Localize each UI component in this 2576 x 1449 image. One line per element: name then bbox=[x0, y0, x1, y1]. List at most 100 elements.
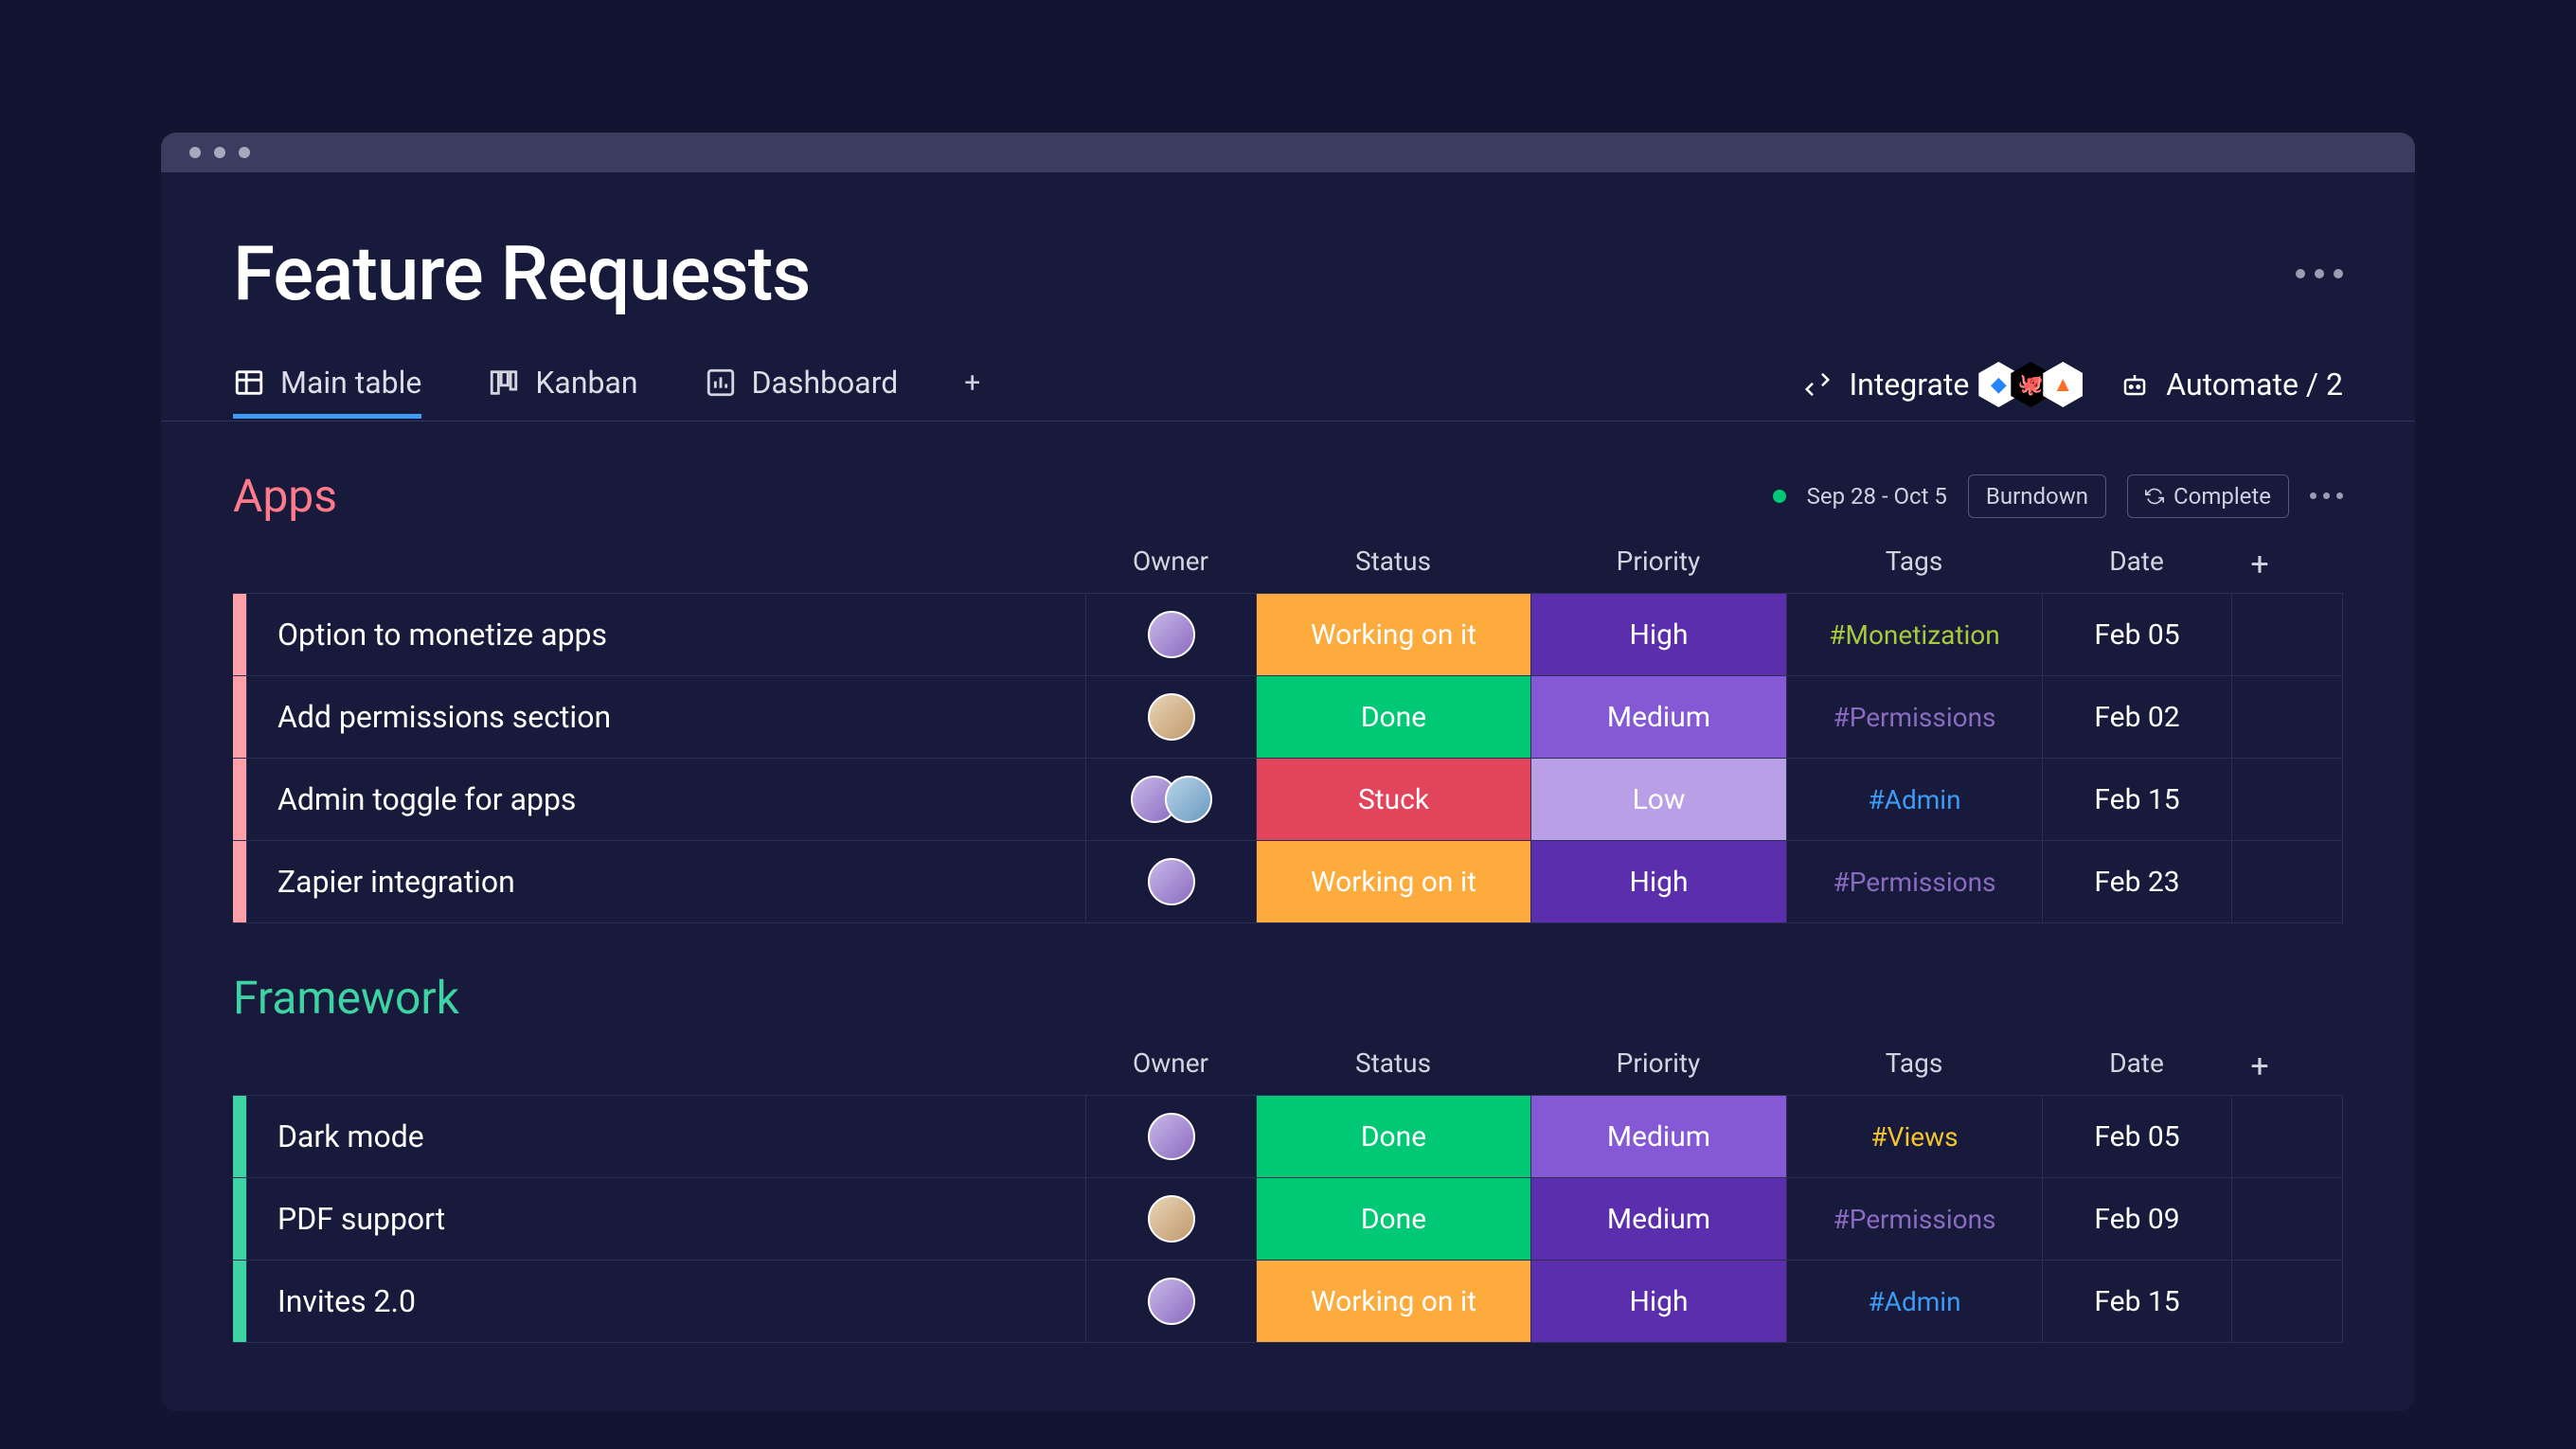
row-end-cell bbox=[2231, 759, 2288, 840]
integrate-icon bbox=[1803, 370, 1832, 399]
item-name-cell[interactable]: Dark mode bbox=[246, 1096, 1085, 1177]
add-column-button[interactable]: + bbox=[2231, 1038, 2288, 1095]
table-row[interactable]: Dark mode DoneMedium#ViewsFeb 05 bbox=[233, 1096, 2342, 1178]
automate-button[interactable]: Automate / 2 bbox=[2120, 367, 2343, 402]
date-cell[interactable]: Feb 09 bbox=[2042, 1178, 2231, 1260]
item-name-cell[interactable]: Admin toggle for apps bbox=[246, 759, 1085, 840]
add-column-button[interactable]: + bbox=[2231, 536, 2288, 593]
column-header[interactable]: Owner bbox=[1085, 536, 1256, 593]
date-cell[interactable]: Feb 05 bbox=[2042, 594, 2231, 675]
date-cell[interactable]: Feb 05 bbox=[2042, 1096, 2231, 1177]
window-control-maximize[interactable] bbox=[239, 147, 250, 158]
page-more-button[interactable] bbox=[2296, 269, 2343, 278]
group-more-button[interactable] bbox=[2310, 492, 2343, 499]
priority-cell[interactable]: High bbox=[1530, 594, 1786, 675]
column-header[interactable]: Status bbox=[1256, 536, 1530, 593]
robot-icon bbox=[2120, 370, 2149, 399]
date-cell[interactable]: Feb 15 bbox=[2042, 759, 2231, 840]
group-tools: Sep 28 - Oct 5 Burndown Complete bbox=[1773, 474, 2343, 518]
tag-cell[interactable]: #Permissions bbox=[1786, 676, 2042, 758]
row-accent bbox=[233, 676, 246, 758]
priority-cell[interactable]: High bbox=[1530, 1261, 1786, 1342]
column-header[interactable]: Date bbox=[2042, 536, 2231, 593]
add-view-button[interactable]: + bbox=[964, 367, 980, 417]
avatar[interactable] bbox=[1148, 1195, 1195, 1243]
status-cell[interactable]: Done bbox=[1256, 1178, 1530, 1260]
owner-cell[interactable] bbox=[1085, 759, 1256, 840]
table-row[interactable]: PDF support DoneMedium#PermissionsFeb 09 bbox=[233, 1178, 2342, 1261]
burndown-button[interactable]: Burndown bbox=[1968, 474, 2106, 518]
page-title: Feature Requests bbox=[233, 229, 810, 318]
column-header[interactable]: Date bbox=[2042, 1038, 2231, 1095]
column-header[interactable]: Owner bbox=[1085, 1038, 1256, 1095]
status-cell[interactable]: Stuck bbox=[1256, 759, 1530, 840]
column-header[interactable]: Status bbox=[1256, 1038, 1530, 1095]
priority-cell[interactable]: Medium bbox=[1530, 676, 1786, 758]
priority-cell[interactable]: Low bbox=[1530, 759, 1786, 840]
owner-cell[interactable] bbox=[1085, 1178, 1256, 1260]
avatar[interactable] bbox=[1148, 1278, 1195, 1325]
row-accent bbox=[233, 594, 246, 675]
table-row[interactable]: Admin toggle for apps StuckLow#AdminFeb 1… bbox=[233, 759, 2342, 841]
group-title[interactable]: Apps bbox=[233, 469, 337, 523]
row-end-cell bbox=[2231, 1178, 2288, 1260]
avatar[interactable] bbox=[1148, 693, 1195, 741]
tab-kanban[interactable]: Kanban bbox=[488, 365, 637, 418]
item-name-cell[interactable]: PDF support bbox=[246, 1178, 1085, 1260]
window-control-close[interactable] bbox=[189, 147, 201, 158]
table-icon bbox=[233, 367, 265, 399]
avatar[interactable] bbox=[1148, 858, 1195, 905]
tag-cell[interactable]: #Admin bbox=[1786, 759, 2042, 840]
avatar[interactable] bbox=[1148, 611, 1195, 658]
group-title[interactable]: Framework bbox=[233, 971, 459, 1025]
owner-cell[interactable] bbox=[1085, 841, 1256, 922]
status-cell[interactable]: Working on it bbox=[1256, 1261, 1530, 1342]
automate-label: Automate / 2 bbox=[2166, 367, 2343, 402]
priority-cell[interactable]: Medium bbox=[1530, 1096, 1786, 1177]
tag-cell[interactable]: #Admin bbox=[1786, 1261, 2042, 1342]
tag-cell[interactable]: #Monetization bbox=[1786, 594, 2042, 675]
column-header[interactable]: Priority bbox=[1530, 536, 1786, 593]
status-indicator bbox=[1773, 490, 1786, 503]
priority-cell[interactable]: Medium bbox=[1530, 1178, 1786, 1260]
status-cell[interactable]: Done bbox=[1256, 1096, 1530, 1177]
window-control-minimize[interactable] bbox=[214, 147, 225, 158]
row-end-cell bbox=[2231, 1261, 2288, 1342]
table-row[interactable]: Invites 2.0 Working on itHigh#AdminFeb 15 bbox=[233, 1261, 2342, 1342]
item-name-cell[interactable]: Invites 2.0 bbox=[246, 1261, 1085, 1342]
complete-button[interactable]: Complete bbox=[2127, 474, 2289, 518]
integration-badges: ◆ 🐙 ▲ bbox=[1986, 362, 2083, 407]
tag-cell[interactable]: #Permissions bbox=[1786, 1178, 2042, 1260]
status-cell[interactable]: Working on it bbox=[1256, 841, 1530, 922]
owner-cell[interactable] bbox=[1085, 1096, 1256, 1177]
tab-main-table[interactable]: Main table bbox=[233, 365, 421, 418]
column-header[interactable]: Tags bbox=[1786, 536, 2042, 593]
table-row[interactable]: Add permissions section DoneMedium#Permis… bbox=[233, 676, 2342, 759]
item-name-cell[interactable]: Zapier integration bbox=[246, 841, 1085, 922]
status-cell[interactable]: Done bbox=[1256, 676, 1530, 758]
item-name-cell[interactable]: Add permissions section bbox=[246, 676, 1085, 758]
row-end-cell bbox=[2231, 594, 2288, 675]
avatar[interactable] bbox=[1165, 776, 1212, 823]
table-row[interactable]: Zapier integration Working on itHigh#Perm… bbox=[233, 841, 2342, 922]
avatar[interactable] bbox=[1148, 1113, 1195, 1160]
refresh-icon bbox=[2145, 487, 2164, 506]
tab-dashboard[interactable]: Dashboard bbox=[705, 365, 899, 418]
tag-cell[interactable]: #Permissions bbox=[1786, 841, 2042, 922]
tag-cell[interactable]: #Views bbox=[1786, 1096, 2042, 1177]
status-cell[interactable]: Working on it bbox=[1256, 594, 1530, 675]
table-row[interactable]: Option to monetize apps Working on itHigh… bbox=[233, 594, 2342, 676]
row-end-cell bbox=[2231, 1096, 2288, 1177]
owner-cell[interactable] bbox=[1085, 594, 1256, 675]
date-cell[interactable]: Feb 02 bbox=[2042, 676, 2231, 758]
date-cell[interactable]: Feb 23 bbox=[2042, 841, 2231, 922]
priority-cell[interactable]: High bbox=[1530, 841, 1786, 922]
owner-cell[interactable] bbox=[1085, 676, 1256, 758]
date-cell[interactable]: Feb 15 bbox=[2042, 1261, 2231, 1342]
column-header[interactable]: Tags bbox=[1786, 1038, 2042, 1095]
column-header[interactable]: Priority bbox=[1530, 1038, 1786, 1095]
tab-label: Kanban bbox=[535, 365, 637, 401]
owner-cell[interactable] bbox=[1085, 1261, 1256, 1342]
integrate-button[interactable]: Integrate ◆ 🐙 ▲ bbox=[1803, 362, 2083, 407]
item-name-cell[interactable]: Option to monetize apps bbox=[246, 594, 1085, 675]
